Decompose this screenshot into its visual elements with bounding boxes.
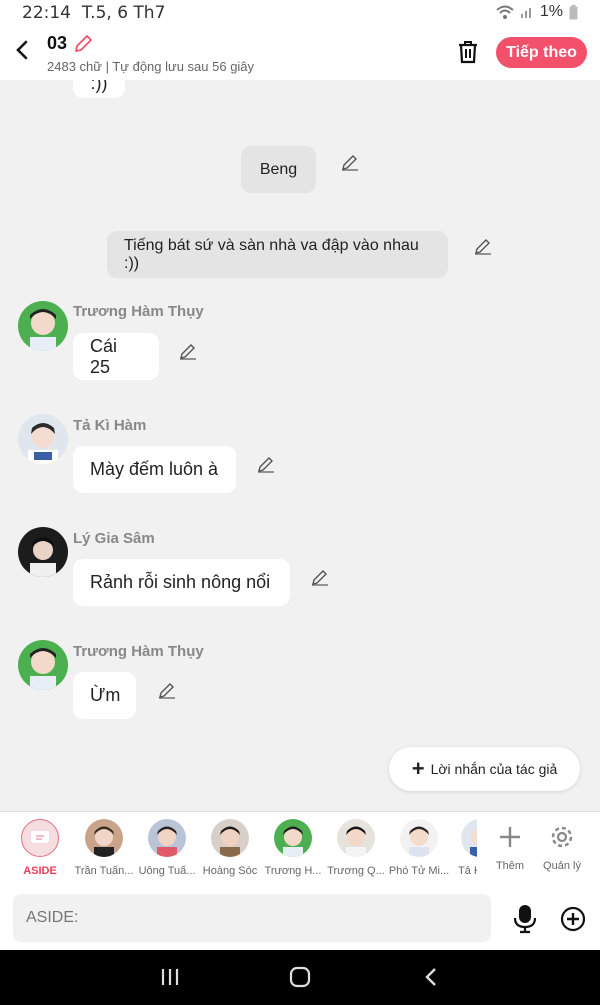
character-avatar xyxy=(148,819,186,857)
message-bubble-partial[interactable]: :)) xyxy=(73,80,125,98)
character-label: Hoàng Sóc xyxy=(202,865,258,877)
recent-apps-icon[interactable] xyxy=(157,964,183,990)
wifi-icon xyxy=(496,5,514,19)
plus-icon: + xyxy=(411,756,425,781)
narration-bubble[interactable]: Tiếng bát sứ và sàn nhà va đập vào nhau … xyxy=(107,231,448,278)
character-selector: ASIDE Trần Tuấn... Uông Tuấ... Hoàng Sóc… xyxy=(0,811,600,886)
character-item[interactable]: Hoàng Sóc xyxy=(199,819,261,877)
character-aside[interactable]: ASIDE xyxy=(9,819,71,877)
message-input[interactable] xyxy=(13,894,491,942)
chapter-title[interactable]: 03 xyxy=(47,33,93,54)
message-text: Cái 25 xyxy=(90,335,118,377)
back-button[interactable] xyxy=(10,36,34,66)
battery-icon xyxy=(569,4,578,19)
character-item[interactable]: Trương Q... xyxy=(325,819,387,877)
manage-label: Quản lý xyxy=(543,860,581,872)
edit-title-icon[interactable] xyxy=(73,34,93,54)
character-avatar xyxy=(337,819,375,857)
top-bar: 03 2483 chữ | Tự động lưu sau 56 giây Ti… xyxy=(0,26,600,80)
character-label: ASIDE xyxy=(23,865,57,877)
character-item[interactable]: Uông Tuấ... xyxy=(136,819,198,877)
message-text: Mày đếm luôn à xyxy=(90,459,219,479)
gear-icon xyxy=(540,820,584,854)
character-item[interactable]: Tả K xyxy=(451,819,477,877)
message-bubble[interactable]: Ừm xyxy=(73,672,136,719)
avatar[interactable] xyxy=(18,640,68,690)
character-label: Uông Tuấ... xyxy=(138,865,196,877)
battery-level: 1% xyxy=(539,3,563,20)
narration-text: Tiếng bát sứ và sàn nhà va đập vào nhau … xyxy=(124,236,419,272)
edit-pencil-icon[interactable] xyxy=(179,342,197,360)
character-avatar xyxy=(461,819,477,857)
author-note-label: Lời nhắn của tác giả xyxy=(430,761,558,777)
message-bubble[interactable]: Cái 25 xyxy=(73,333,159,380)
edit-pencil-icon[interactable] xyxy=(341,153,359,171)
character-item[interactable]: Phó Tử Mi... xyxy=(388,819,450,877)
sender-name: Trương Hàm Thụy xyxy=(73,303,204,320)
microphone-icon[interactable] xyxy=(512,904,538,934)
character-avatar xyxy=(211,819,249,857)
sender-name: Lý Gia Sâm xyxy=(73,530,155,547)
edit-pencil-icon[interactable] xyxy=(257,455,275,473)
edit-pencil-icon[interactable] xyxy=(474,237,492,255)
edit-pencil-icon[interactable] xyxy=(158,681,176,699)
add-circle-icon[interactable] xyxy=(560,906,586,932)
message-text: :)) xyxy=(90,80,108,93)
avatar[interactable] xyxy=(18,414,68,464)
sender-name: Tả Kì Hàm xyxy=(73,417,147,434)
edit-pencil-icon[interactable] xyxy=(311,568,329,586)
avatar[interactable] xyxy=(18,527,68,577)
sender-name: Trương Hàm Thụy xyxy=(73,643,204,660)
chat-area[interactable]: :)) Beng Tiếng bát sứ và sàn nhà va đập … xyxy=(0,80,600,811)
narration-text: Beng xyxy=(259,160,298,178)
chapter-title-text: 03 xyxy=(47,33,68,53)
status-time: 22:14 T.5, 6 Th7 xyxy=(22,3,166,23)
character-avatar xyxy=(85,819,123,857)
add-character-button[interactable]: Thêm xyxy=(488,820,532,872)
status-icons: 1% xyxy=(496,3,578,21)
chat-bubble-icon xyxy=(31,831,49,843)
add-label: Thêm xyxy=(495,860,525,872)
system-nav-bar xyxy=(0,950,600,1005)
avatar[interactable] xyxy=(18,301,68,351)
character-label: Trần Tuấn... xyxy=(74,865,134,877)
next-button[interactable]: Tiếp theo xyxy=(496,37,587,68)
character-label: Tả K xyxy=(458,865,477,877)
message-text: Ừm xyxy=(90,685,121,705)
character-item[interactable]: Trần Tuấn... xyxy=(73,819,135,877)
character-label: Trương Q... xyxy=(327,865,385,877)
character-item[interactable]: Trương H... xyxy=(262,819,324,877)
manage-characters-button[interactable]: Quản lý xyxy=(540,820,584,872)
home-icon[interactable] xyxy=(287,964,313,990)
back-arrow-icon xyxy=(16,40,28,60)
character-avatar xyxy=(400,819,438,857)
status-bar: 22:14 T.5, 6 Th7 1% xyxy=(0,0,600,26)
plus-icon xyxy=(488,820,532,854)
character-label: Phó Tử Mi... xyxy=(388,865,450,877)
character-avatar xyxy=(274,819,312,857)
narration-bubble[interactable]: Beng xyxy=(241,146,316,193)
word-count-autosave: 2483 chữ | Tự động lưu sau 56 giây xyxy=(47,59,255,74)
signal-icon xyxy=(520,8,531,18)
system-back-icon[interactable] xyxy=(419,964,445,990)
input-bar xyxy=(0,886,600,950)
message-bubble[interactable]: Rảnh rỗi sinh nông nổi xyxy=(73,559,290,606)
message-text: Rảnh rỗi sinh nông nổi xyxy=(90,572,271,592)
character-label: Trương H... xyxy=(264,865,322,877)
author-note-button[interactable]: + Lời nhắn của tác giả xyxy=(389,747,580,791)
delete-icon[interactable] xyxy=(456,39,480,65)
message-bubble[interactable]: Mày đếm luôn à xyxy=(73,446,236,493)
